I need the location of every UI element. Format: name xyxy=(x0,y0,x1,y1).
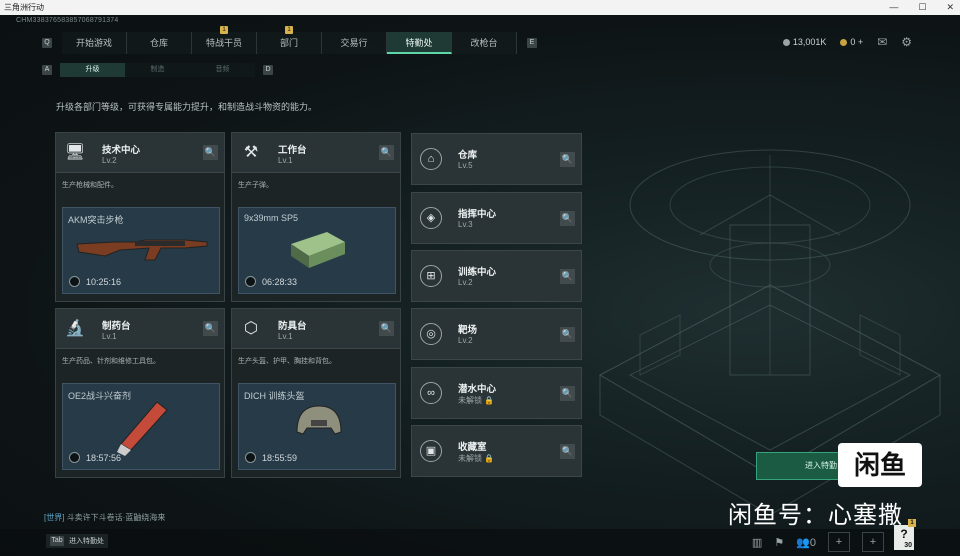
subtab-upgrade[interactable]: 升级 xyxy=(60,63,125,77)
close-button[interactable]: ✕ xyxy=(946,0,954,15)
production-slot[interactable]: OE2战斗兴奋剂 18:57:56 xyxy=(62,383,220,470)
minimize-button[interactable]: — xyxy=(889,0,898,15)
target-icon: ◎ xyxy=(420,323,442,345)
search-icon[interactable]: 🔍 xyxy=(203,321,218,336)
gold-coin-icon xyxy=(840,38,848,46)
silver-coin-icon xyxy=(782,38,790,46)
ammo-box-image xyxy=(291,232,345,268)
help-button[interactable]: ? 30 1 xyxy=(894,519,916,550)
top-nav: Q 开始游戏 仓库 1 特战干员 1 部门 交易行 特勤处 改枪台 E xyxy=(42,26,537,54)
microscope-icon: 🔬 xyxy=(65,320,85,337)
clock-icon xyxy=(245,276,256,287)
cubes-icon: ⬡ xyxy=(244,320,258,337)
diving-goggles-icon: ∞ xyxy=(420,382,442,404)
search-icon[interactable]: 🔍 xyxy=(560,444,575,459)
silver-currency: 13,001K xyxy=(782,37,826,47)
clock-icon xyxy=(69,276,80,287)
production-slot[interactable]: DICH 训练头盔 18:55:59 xyxy=(238,383,396,470)
room-card-command-center[interactable]: ◈ 指挥中心 Lv.3 🔍 xyxy=(411,192,582,244)
room-card-warehouse[interactable]: ⌂ 仓库 Lv.5 🔍 xyxy=(411,133,582,185)
warehouse-icon: ⌂ xyxy=(420,148,442,170)
tab-operators[interactable]: 1 特战干员 xyxy=(192,26,257,54)
nav-next-key[interactable]: E xyxy=(527,38,537,48)
friends-icon[interactable]: 👥0 xyxy=(796,536,816,549)
bottom-bar: Tab 进入特勤处 ▥ ⚑ 👥0 + + xyxy=(0,529,960,556)
tab-gunsmith[interactable]: 改枪台 xyxy=(452,32,517,54)
enter-ops-hint[interactable]: Tab 进入特勤处 xyxy=(46,534,108,548)
room-card-collection-room[interactable]: ▣ 收藏室 未解锁 🔒 🔍 xyxy=(411,425,582,477)
tab-start-game[interactable]: 开始游戏 xyxy=(62,32,127,54)
notification-badge: 1 xyxy=(908,519,916,527)
tab-market[interactable]: 交易行 xyxy=(322,32,387,54)
production-slot[interactable]: 9x39mm SP5 06:28:33 xyxy=(238,207,396,294)
stimulant-image xyxy=(117,401,168,456)
facility-card-pharmacy[interactable]: 🔬 制药台 Lv.1 🔍 生产药品、针剂和维修工具包。 OE2战斗兴奋剂 18:… xyxy=(55,308,225,478)
window-titlebar: 三角洲行动 — ☐ ✕ xyxy=(0,0,960,15)
tab-warehouse[interactable]: 仓库 xyxy=(127,32,192,54)
tools-icon: ⚒ xyxy=(243,144,259,161)
notification-badge: 1 xyxy=(220,26,228,34)
helmet-image xyxy=(296,405,342,435)
game-stage: CHM3383765838570687913​74 Q 开始游戏 仓库 1 特战干… xyxy=(0,15,960,556)
subnav-next-key[interactable]: D xyxy=(263,65,273,75)
gold-currency[interactable]: 0 + xyxy=(840,37,863,47)
search-icon[interactable]: 🔍 xyxy=(203,145,218,160)
search-icon[interactable]: 🔍 xyxy=(560,386,575,401)
currency-bar: 13,001K 0 + ✉ ⚙ xyxy=(782,35,912,49)
stats-icon[interactable]: ▥ xyxy=(752,536,762,549)
tab-special-ops[interactable]: 特勤处 xyxy=(387,32,452,54)
rifle-image xyxy=(76,239,208,261)
add-friend-button[interactable]: + xyxy=(862,532,884,552)
gear-icon[interactable]: ⚙ xyxy=(901,35,912,49)
monitor-icon: 🖥 xyxy=(64,144,86,161)
search-icon[interactable]: 🔍 xyxy=(560,152,575,167)
command-chip-icon: ◈ xyxy=(420,207,442,229)
facility-card-armor-bench[interactable]: ⬡ 防具台 Lv.1 🔍 生产头盔、护甲、胸挂和背包。 DICH 训练头盔 18… xyxy=(231,308,401,478)
window-title: 三角洲行动 xyxy=(4,3,44,12)
watermark-logo: 闲鱼 xyxy=(838,443,922,487)
sub-nav: A 升级 制造 音频 D xyxy=(42,63,273,77)
notification-badge: 1 xyxy=(285,26,293,34)
nav-prev-key[interactable]: Q xyxy=(42,38,52,48)
room-card-training-center[interactable]: ⊞ 训练中心 Lv.2 🔍 xyxy=(411,250,582,302)
search-icon[interactable]: 🔍 xyxy=(560,269,575,284)
facility-card-workbench[interactable]: ⚒ 工作台 Lv.1 🔍 生产子弹。 9x39mm SP5 06:28:33 xyxy=(231,132,401,302)
tab-key: Tab xyxy=(50,536,64,546)
subtab-audio[interactable]: 音频 xyxy=(190,63,255,77)
subnav-prev-key[interactable]: A xyxy=(42,65,52,75)
production-slot[interactable]: AKM突击步枪 10:25:16 xyxy=(62,207,220,294)
add-button[interactable]: + xyxy=(828,532,850,552)
session-id: CHM3383765838570687913​74 xyxy=(16,17,119,24)
mail-icon[interactable]: ✉ xyxy=(877,35,887,49)
collection-icon: ▣ xyxy=(420,440,442,462)
clock-icon xyxy=(69,452,80,463)
clock-icon xyxy=(245,452,256,463)
search-icon[interactable]: 🔍 xyxy=(379,145,394,160)
dumbbell-icon: ⊞ xyxy=(420,265,442,287)
watermark-text: 闲鱼号：心塞撒 xyxy=(728,502,903,529)
chat-line[interactable]: [世界] 斗卖许下斗卷话·蓝鼬绕海来 xyxy=(44,512,165,523)
search-icon[interactable]: 🔍 xyxy=(379,321,394,336)
search-icon[interactable]: 🔍 xyxy=(560,211,575,226)
tab-department[interactable]: 1 部门 xyxy=(257,26,322,54)
flag-icon[interactable]: ⚑ xyxy=(774,536,784,549)
facility-card-tech-center[interactable]: 🖥 技术中心 Lv.2 🔍 生产枪械和配件。 AKM突击步枪 10:25:16 xyxy=(55,132,225,302)
room-card-diving-center[interactable]: ∞ 潜水中心 未解锁 🔒 🔍 xyxy=(411,367,582,419)
enter-special-ops-button[interactable]: 进入特勤 xyxy=(756,452,846,480)
page-description: 升级各部门等级，可获得专属能力提升，和制造战斗物资的能力。 xyxy=(56,102,318,112)
subtab-craft[interactable]: 制造 xyxy=(125,63,190,77)
room-card-shooting-range[interactable]: ◎ 靶场 Lv.2 🔍 xyxy=(411,308,582,360)
maximize-button[interactable]: ☐ xyxy=(918,0,926,15)
search-icon[interactable]: 🔍 xyxy=(560,327,575,342)
